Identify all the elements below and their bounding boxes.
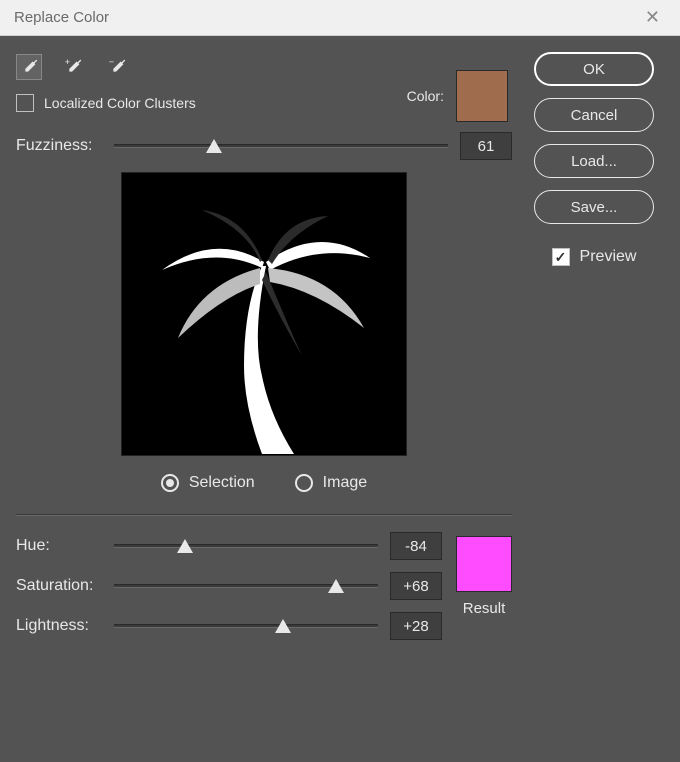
saturation-label: Saturation: bbox=[16, 577, 102, 595]
result-block: Hue: Saturation: Lightness: bbox=[16, 532, 512, 652]
saturation-input[interactable] bbox=[390, 572, 442, 600]
hue-thumb[interactable] bbox=[177, 539, 193, 553]
saturation-slider[interactable] bbox=[114, 584, 378, 588]
fuzziness-row: Fuzziness: bbox=[16, 132, 512, 160]
eyedropper-minus-icon[interactable]: − bbox=[104, 54, 130, 80]
svg-text:−: − bbox=[109, 57, 114, 67]
hue-row: Hue: bbox=[16, 532, 442, 560]
radio-selection-label: Selection bbox=[189, 474, 255, 492]
localized-checkbox[interactable] bbox=[16, 94, 34, 112]
color-label: Color: bbox=[407, 88, 444, 104]
selection-preview bbox=[121, 172, 407, 456]
result-swatch-wrap: Result bbox=[456, 536, 512, 617]
left-panel: + − Color: Localized Color Clusters Fuzz… bbox=[16, 50, 524, 652]
preview-checkbox[interactable]: ✓ bbox=[552, 248, 570, 266]
divider bbox=[16, 514, 512, 516]
load-button[interactable]: Load... bbox=[534, 144, 654, 178]
radio-image-label: Image bbox=[323, 474, 367, 492]
fuzziness-thumb[interactable] bbox=[206, 139, 222, 153]
preview-check-row[interactable]: ✓ Preview bbox=[552, 248, 637, 266]
eyedropper-plus-icon[interactable]: + bbox=[60, 54, 86, 80]
hue-input[interactable] bbox=[390, 532, 442, 560]
lightness-row: Lightness: bbox=[16, 612, 442, 640]
preview-label: Preview bbox=[580, 248, 637, 266]
fuzziness-slider[interactable] bbox=[114, 144, 448, 148]
window-title: Replace Color bbox=[14, 9, 109, 26]
result-label: Result bbox=[463, 600, 506, 617]
lightness-slider[interactable] bbox=[114, 624, 378, 628]
dialog-content: + − Color: Localized Color Clusters Fuzz… bbox=[0, 36, 680, 666]
view-radio-group: Selection Image bbox=[16, 474, 512, 492]
saturation-row: Saturation: bbox=[16, 572, 442, 600]
saturation-thumb[interactable] bbox=[328, 579, 344, 593]
result-color-swatch[interactable] bbox=[456, 536, 512, 592]
source-color-swatch[interactable] bbox=[456, 70, 508, 122]
fuzziness-label: Fuzziness: bbox=[16, 137, 102, 155]
result-sliders: Hue: Saturation: Lightness: bbox=[16, 532, 442, 652]
save-button[interactable]: Save... bbox=[534, 190, 654, 224]
radio-selection-btn[interactable] bbox=[161, 474, 179, 492]
localized-label: Localized Color Clusters bbox=[44, 95, 196, 111]
radio-image-btn[interactable] bbox=[295, 474, 313, 492]
eyedropper-icon[interactable] bbox=[16, 54, 42, 80]
lightness-input[interactable] bbox=[390, 612, 442, 640]
color-row: Color: bbox=[407, 70, 508, 122]
fuzziness-input[interactable] bbox=[460, 132, 512, 160]
lightness-label: Lightness: bbox=[16, 617, 102, 635]
hue-slider[interactable] bbox=[114, 544, 378, 548]
close-button[interactable]: ✕ bbox=[639, 7, 666, 28]
radio-image[interactable]: Image bbox=[295, 474, 367, 492]
svg-text:+: + bbox=[65, 57, 70, 67]
cancel-button[interactable]: Cancel bbox=[534, 98, 654, 132]
ok-button[interactable]: OK bbox=[534, 52, 654, 86]
titlebar: Replace Color ✕ bbox=[0, 0, 680, 36]
lightness-thumb[interactable] bbox=[275, 619, 291, 633]
right-panel: OK Cancel Load... Save... ✓ Preview bbox=[524, 50, 664, 652]
hue-label: Hue: bbox=[16, 537, 102, 555]
radio-selection[interactable]: Selection bbox=[161, 474, 255, 492]
